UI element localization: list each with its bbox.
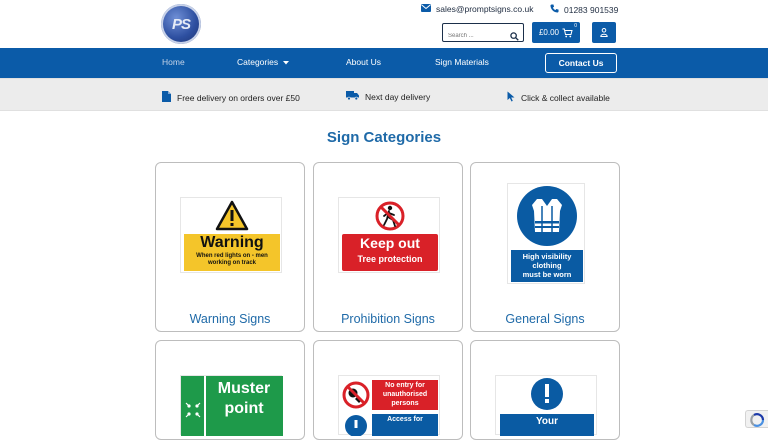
logo-text: PS bbox=[171, 15, 191, 33]
benefit-text: Click & collect available bbox=[521, 92, 610, 103]
nav-sign-materials[interactable]: Sign Materials bbox=[435, 57, 489, 67]
search-icon[interactable] bbox=[510, 28, 519, 46]
category-card-prohibition[interactable]: Keep out Tree protection Prohibition Sig… bbox=[313, 162, 463, 332]
truck-icon bbox=[346, 91, 359, 102]
phone-text: 01283 901539 bbox=[564, 4, 619, 15]
user-icon bbox=[600, 24, 608, 42]
phone-contact[interactable]: 01283 901539 bbox=[550, 4, 618, 15]
site-header: PS sales@promptsigns.co.uk 01283 901539 … bbox=[0, 0, 768, 48]
sign-text-line: unauthorised bbox=[382, 391, 428, 398]
main-nav: Home Categories About Us Sign Materials bbox=[0, 48, 768, 78]
sign-subtext: No entry for unauthorised persons bbox=[372, 381, 438, 408]
benefit-free-delivery: Free delivery on orders over £50 bbox=[162, 91, 300, 104]
benefit-click-collect: Click & collect available bbox=[507, 91, 610, 104]
sign-text-line: Access for bbox=[387, 416, 423, 423]
cursor-icon bbox=[507, 91, 515, 104]
page-title: Sign Categories bbox=[326, 129, 442, 146]
sign-title: Warning bbox=[200, 234, 264, 251]
sign-text-line: working on track bbox=[207, 260, 256, 266]
no-entry-sign-image: No entry for unauthorised persons Access… bbox=[338, 375, 440, 436]
warning-sign-image: Warning When red lights on - men working… bbox=[180, 197, 282, 273]
sign-text-line: persons bbox=[391, 400, 419, 407]
prohibition-sign-image: Keep out Tree protection bbox=[338, 197, 440, 273]
nav-home[interactable]: Home bbox=[162, 57, 185, 67]
sign-text-line: When red lights on - men bbox=[196, 253, 268, 259]
cart-icon: 0 bbox=[562, 23, 577, 38]
category-card-safe-condition[interactable]: Muster point bbox=[155, 340, 305, 440]
envelope-icon bbox=[421, 4, 431, 14]
category-label[interactable]: Prohibition Signs bbox=[314, 312, 462, 326]
recaptcha-icon bbox=[750, 413, 765, 427]
sign-text-line: point bbox=[224, 400, 264, 417]
sign-text-line: No entry for bbox=[385, 382, 425, 389]
category-card-mandatory[interactable]: Your bbox=[470, 340, 620, 440]
phone-icon bbox=[550, 4, 559, 15]
nav-categories[interactable]: Categories bbox=[237, 57, 290, 67]
mandatory-sign-image: Your bbox=[495, 375, 597, 436]
recaptcha-badge[interactable] bbox=[745, 410, 768, 428]
nav-categories-label: Categories bbox=[237, 57, 279, 67]
benefits-bar: Free delivery on orders over £50 Next da… bbox=[0, 78, 768, 111]
cart-total: £0.00 bbox=[538, 28, 560, 37]
contact-us-button[interactable]: Contact Us bbox=[545, 53, 617, 73]
search-input[interactable] bbox=[443, 27, 507, 45]
nav-about-us[interactable]: About Us bbox=[346, 57, 381, 67]
caret-down-icon bbox=[283, 57, 290, 67]
sign-title: Keep out bbox=[360, 235, 420, 251]
sign-text-line: Your bbox=[535, 416, 559, 427]
category-label[interactable]: General Signs bbox=[471, 312, 619, 326]
general-sign-image: High visibility clothing must be worn bbox=[507, 183, 585, 284]
category-card-multi-message[interactable]: No entry for unauthorised persons Access… bbox=[313, 340, 463, 440]
sign-text-line: High visibility bbox=[522, 252, 572, 261]
sign-text-line: must be worn bbox=[522, 270, 572, 279]
email-contact[interactable]: sales@promptsigns.co.uk bbox=[421, 4, 533, 14]
sign-title: Muster bbox=[217, 380, 271, 397]
sign-subtext: High visibility clothing must be worn bbox=[508, 252, 586, 279]
category-card-general[interactable]: High visibility clothing must be worn Ge… bbox=[470, 162, 620, 332]
search-box[interactable] bbox=[442, 23, 524, 45]
benefit-text: Free delivery on orders over £50 bbox=[177, 92, 300, 103]
exclamation-icon bbox=[500, 378, 594, 436]
sign-subtext: When red lights on - men working on trac… bbox=[181, 253, 283, 267]
sign-text-line: Tree protection bbox=[357, 254, 423, 264]
site-logo[interactable]: PS bbox=[161, 4, 201, 44]
email-text: sales@promptsigns.co.uk bbox=[436, 4, 534, 14]
cart-count-badge: 0 bbox=[574, 22, 578, 29]
benefit-next-day: Next day delivery bbox=[346, 91, 430, 102]
benefit-text: Next day delivery bbox=[365, 91, 431, 102]
category-card-warning[interactable]: Warning When red lights on - men working… bbox=[155, 162, 305, 332]
sign-text-line: clothing bbox=[532, 261, 562, 270]
muster-point-sign-image: Muster point bbox=[180, 375, 283, 436]
document-icon bbox=[162, 91, 171, 104]
account-button[interactable] bbox=[592, 22, 616, 43]
cart-button[interactable]: £0.00 0 bbox=[532, 22, 580, 43]
category-label[interactable]: Warning Signs bbox=[156, 312, 304, 326]
